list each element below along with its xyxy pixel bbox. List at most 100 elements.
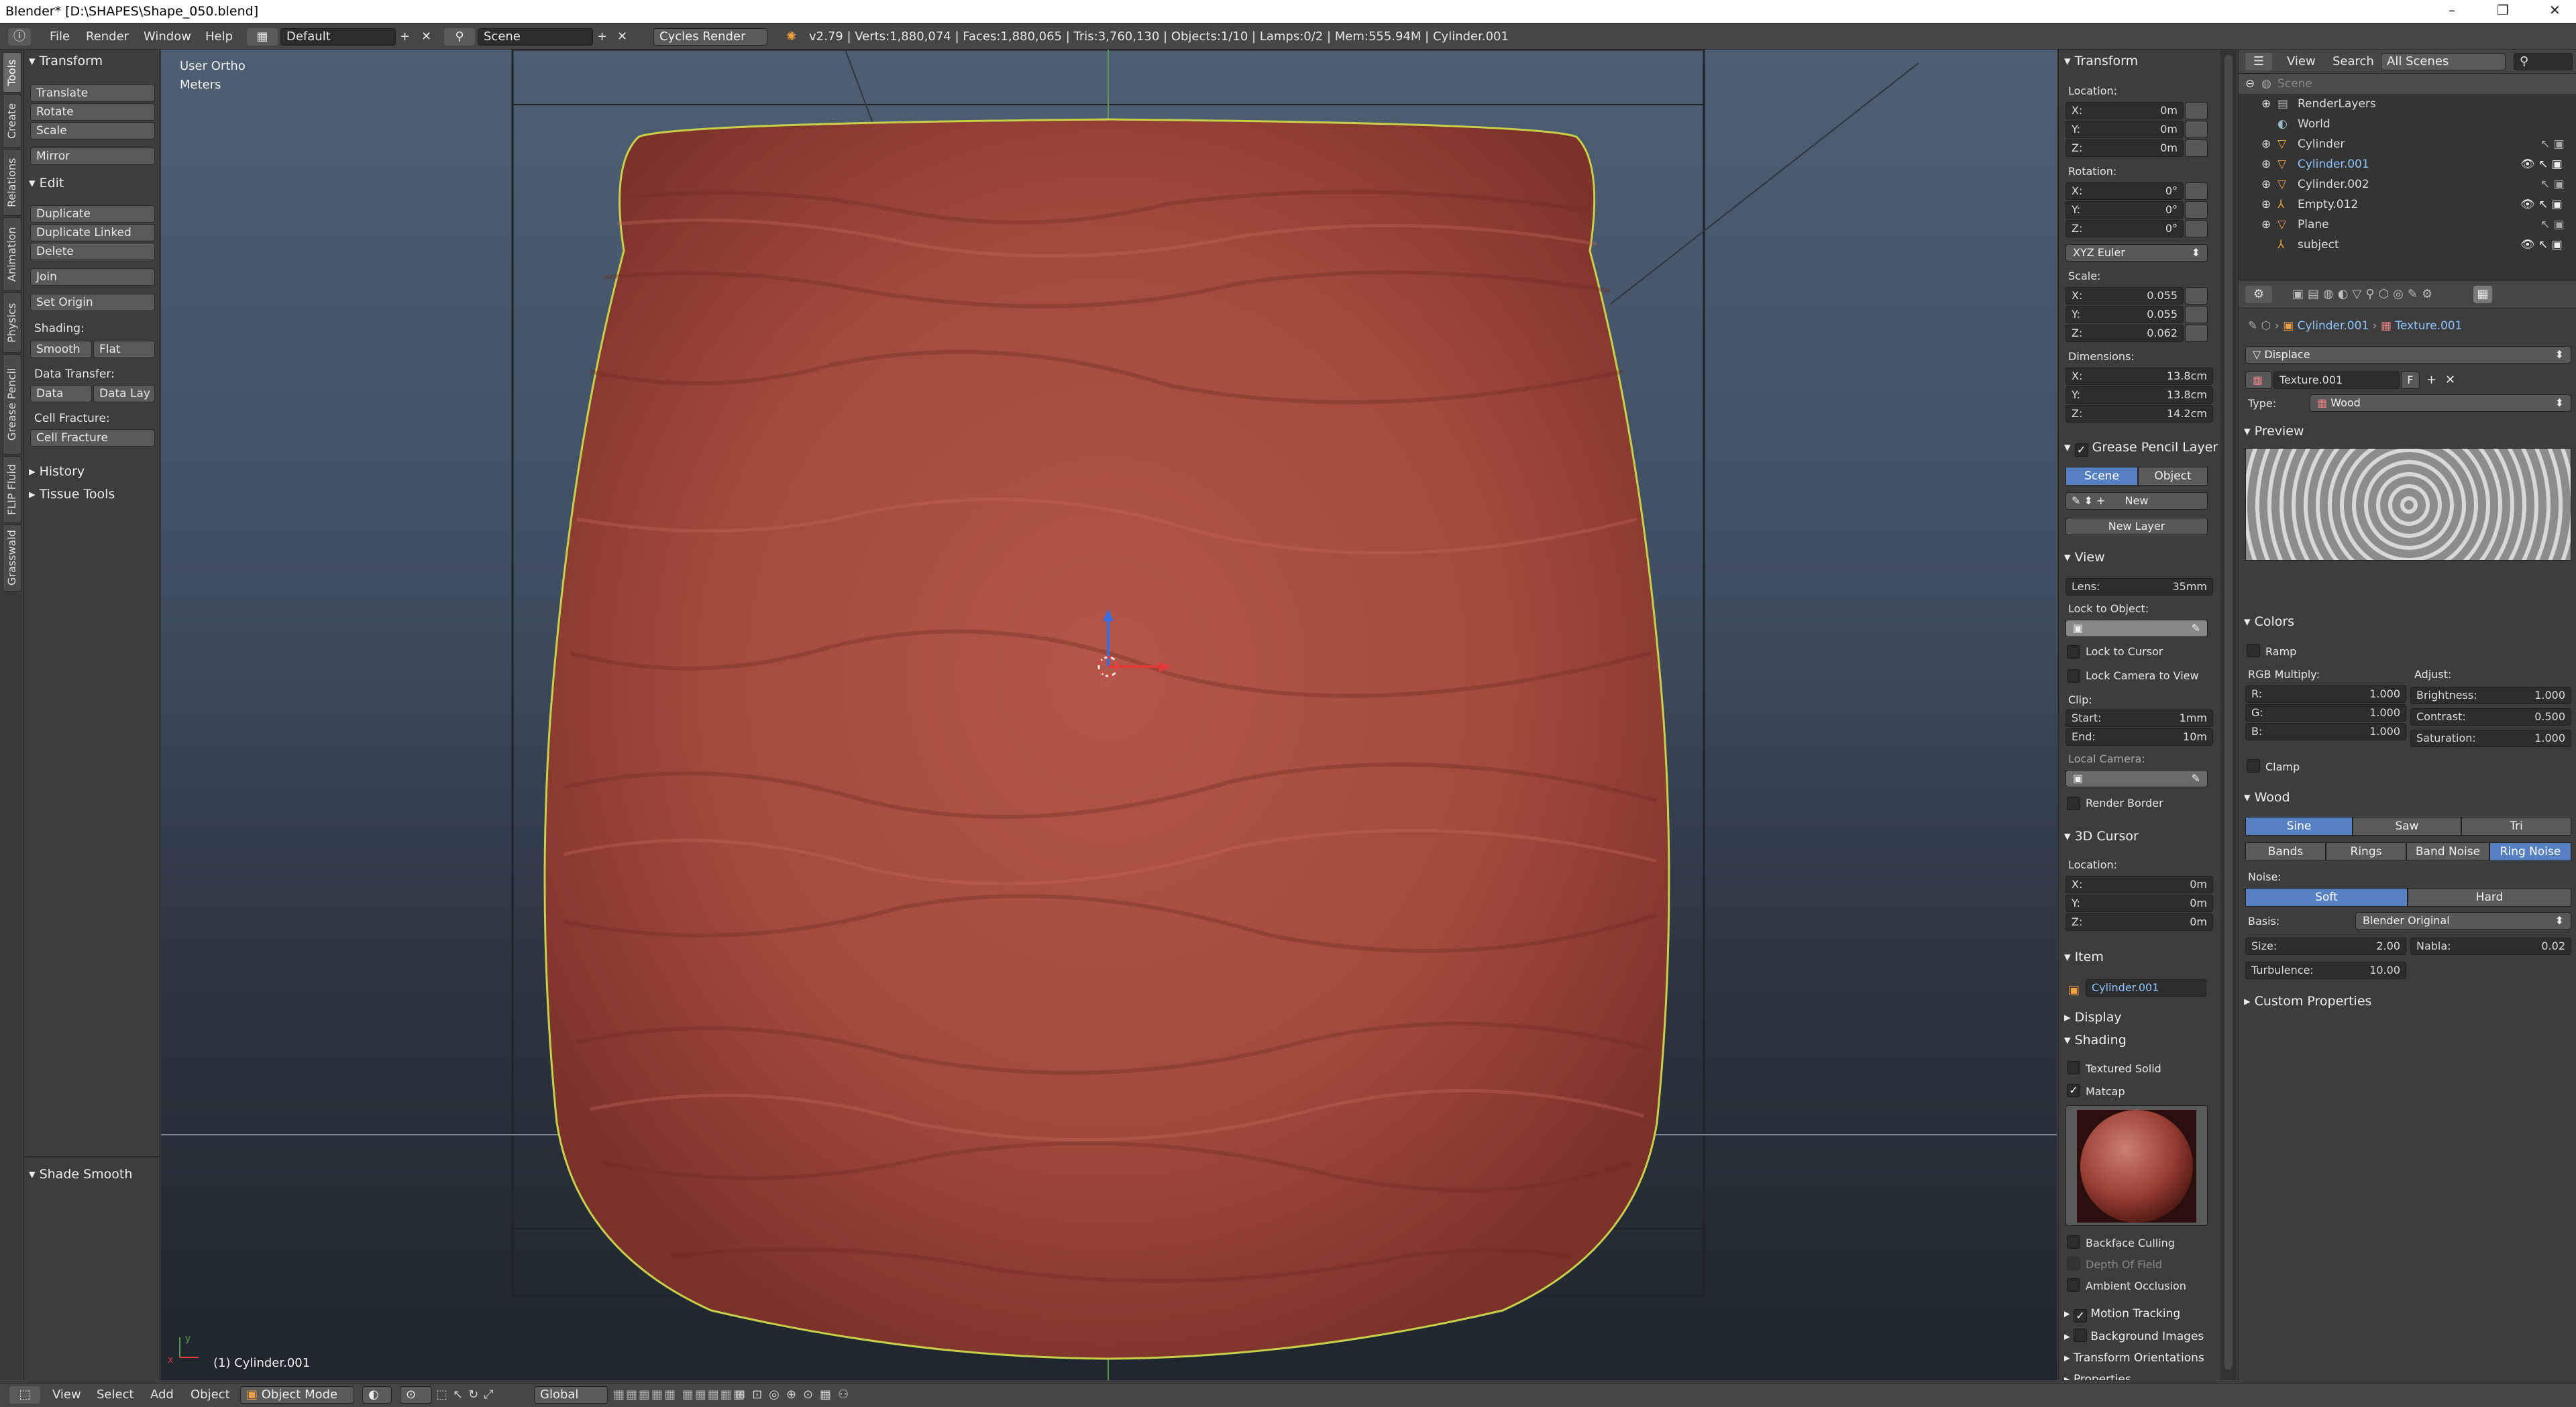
lock-rotation-x-icon[interactable] — [2185, 182, 2208, 200]
lock-scale-y-icon[interactable] — [2185, 306, 2208, 323]
outliner-menu-view[interactable]: View — [2287, 53, 2316, 70]
join-button[interactable]: Join — [30, 268, 155, 286]
wood-band-noise-button[interactable]: Band Noise — [2406, 842, 2489, 861]
scene-icon[interactable]: ⚲ — [444, 28, 475, 46]
saturation-field[interactable]: Saturation: 1.000 — [2410, 730, 2571, 747]
context-tab-icons[interactable]: ▣▤◍◐▽⚲⬡◎✎⚙ — [2292, 286, 2436, 303]
texture-type-dropdown[interactable]: ▦ Wood ⬍ — [2310, 394, 2571, 412]
minimize-button[interactable]: – — [2449, 2, 2455, 18]
visibility-icon[interactable]: ↖ ▣ — [2540, 215, 2565, 235]
depth-of-field-checkbox[interactable] — [2067, 1257, 2080, 1270]
outliner-filter-dropdown[interactable]: All Scenes — [2381, 53, 2506, 70]
lock-location-y-icon[interactable] — [2185, 121, 2208, 138]
noise-hard-button[interactable]: Hard — [2408, 888, 2571, 907]
outliner-item-cylinder[interactable]: ⊕ ▽ Cylinder ↖ ▣ — [2239, 134, 2576, 154]
turbulence-field[interactable]: Turbulence: 10.00 — [2245, 962, 2406, 979]
clamp-checkbox[interactable] — [2247, 759, 2260, 773]
expand-icon[interactable]: ⊖ — [2245, 74, 2255, 94]
data-layout-button[interactable]: Data Lay — [93, 385, 155, 402]
tab-flip-fluid[interactable]: FLIP Fluid — [3, 456, 21, 523]
lock-to-object-field[interactable]: ▣ ✎ — [2065, 620, 2208, 637]
ramp-checkbox[interactable] — [2247, 644, 2260, 657]
menu-file[interactable]: File — [50, 28, 70, 46]
new-layer-button[interactable]: New Layer — [2065, 518, 2208, 535]
wood-ring-noise-button[interactable]: Ring Noise — [2489, 842, 2571, 861]
viewport-shading-dropdown[interactable]: ◐ — [362, 1386, 392, 1404]
outliner-item-renderlayers[interactable]: ⊕ ▤ RenderLayers — [2239, 94, 2576, 114]
scene-field[interactable]: Scene — [478, 28, 593, 46]
3d-viewport[interactable]: User Ortho Meters y x (1) Cylinder.001 — [161, 50, 2057, 1380]
editor-type-3d-icon[interactable]: ⬚ — [9, 1386, 40, 1404]
expand-icon[interactable]: ⊕ — [2261, 174, 2271, 194]
eye-icon[interactable]: 👁 ↖ ▣ — [2520, 235, 2563, 255]
scale-x-field[interactable]: X: 0.055 — [2065, 287, 2184, 304]
set-origin-dropdown[interactable]: Set Origin — [30, 294, 155, 311]
scale-button[interactable]: Scale — [30, 122, 155, 139]
panel-preview-header[interactable]: ▾ Preview — [2244, 423, 2304, 440]
noise-basis-dropdown[interactable]: Blender Original ⬍ — [2355, 912, 2571, 930]
screen-layout-field[interactable]: Default — [280, 28, 396, 46]
duplicate-button[interactable]: Duplicate — [30, 205, 155, 223]
manipulator-icons[interactable]: ⬚↖↻⤢ — [436, 1386, 499, 1404]
tab-grease-pencil[interactable]: Grease Pencil — [3, 354, 21, 455]
rgb-g-field[interactable]: G: 1.000 — [2245, 704, 2406, 722]
dimension-y-field[interactable]: Y: 13.8cm — [2065, 386, 2213, 404]
panel-shading-header[interactable]: ▾ Shading — [2064, 1031, 2127, 1049]
panel-transform-orientations-header[interactable]: ▸ Transform Orientations — [2064, 1349, 2204, 1367]
rgb-b-field[interactable]: B: 1.000 — [2245, 723, 2406, 740]
menu-help[interactable]: Help — [205, 28, 233, 46]
outliner-item-subject[interactable]: ⅄ subject 👁 ↖ ▣ — [2239, 235, 2576, 255]
expand-icon[interactable]: ⊕ — [2261, 94, 2271, 114]
panel-transform-n-header[interactable]: ▾ Transform — [2064, 52, 2138, 70]
rotate-button[interactable]: Rotate — [30, 103, 155, 121]
scrollbar[interactable] — [2224, 55, 2233, 1369]
panel-tissue-tools-header[interactable]: ▸ Tissue Tools — [29, 486, 115, 503]
tab-animation[interactable]: Animation — [3, 217, 21, 291]
location-x-field[interactable]: X: 0m — [2065, 102, 2184, 119]
outliner-item-cylinder-001[interactable]: ⊕ ▽ Cylinder.001 👁 ↖ ▣ — [2239, 154, 2576, 174]
rotation-y-field[interactable]: Y: 0° — [2065, 201, 2184, 219]
item-name-field[interactable]: Cylinder.001 — [2086, 979, 2206, 997]
panel-motion-tracking-header[interactable]: ▸ ✓ Motion Tracking — [2064, 1305, 2180, 1322]
lock-scale-z-icon[interactable] — [2185, 325, 2208, 342]
nabla-field[interactable]: Nabla: 0.02 — [2410, 938, 2571, 955]
editor-type-icon[interactable]: ⓘ — [8, 28, 31, 46]
wave-saw-button[interactable]: Saw — [2353, 817, 2461, 836]
restore-button[interactable]: ❐ — [2497, 2, 2509, 18]
panel-history-header[interactable]: ▸ History — [29, 463, 85, 480]
texture-context-icon[interactable]: ▦ — [2473, 286, 2492, 303]
snapping-icons[interactable]: ⊞⊡◎⊕⊙▦⚇ — [735, 1386, 855, 1404]
lock-rotation-z-icon[interactable] — [2185, 220, 2208, 237]
panel-custom-properties-header[interactable]: ▸ Custom Properties — [2244, 993, 2371, 1010]
translate-button[interactable]: Translate — [30, 85, 155, 102]
expand-icon[interactable]: ⊕ — [2261, 194, 2271, 215]
noise-soft-button[interactable]: Soft — [2245, 888, 2408, 907]
tab-relations[interactable]: Relations — [3, 149, 21, 216]
local-camera-field[interactable]: ▣ ✎ — [2065, 770, 2208, 787]
panel-display-header[interactable]: ▸ Display — [2064, 1009, 2122, 1026]
duplicate-linked-button[interactable]: Duplicate Linked — [30, 224, 155, 241]
tab-grasswald[interactable]: Grasswald — [3, 524, 21, 592]
outliner-item-plane[interactable]: ⊕ ▽ Plane ↖ ▣ — [2239, 215, 2576, 235]
shade-smooth-button[interactable]: Smooth — [30, 341, 92, 358]
close-window-button[interactable]: ✕ — [2549, 2, 2561, 18]
lock-scale-x-icon[interactable] — [2185, 287, 2208, 304]
panel-wood-header[interactable]: ▾ Wood — [2244, 789, 2290, 806]
texture-name-field[interactable]: Texture.001 — [2273, 372, 2400, 389]
cursor-y-field[interactable]: Y: 0m — [2065, 895, 2213, 912]
delete-button[interactable]: Delete — [30, 243, 155, 260]
visibility-icon[interactable]: ↖ ▣ — [2540, 174, 2565, 194]
remove-layout-button[interactable]: ✕ — [421, 28, 431, 46]
fake-user-button[interactable]: F — [2401, 372, 2420, 389]
noise-size-field[interactable]: Size: 2.00 — [2245, 938, 2406, 955]
properties-editor-icon[interactable]: ⚙ — [2245, 286, 2272, 303]
texture-browse-icon[interactable]: ▦ — [2245, 372, 2272, 389]
unlink-texture-button[interactable]: ✕ — [2445, 372, 2455, 389]
outliner-item-empty-012[interactable]: ⊕ ⅄ Empty.012 👁 ↖ ▣ — [2239, 194, 2576, 215]
clip-start-field[interactable]: Start: 1mm — [2065, 710, 2213, 727]
panel-transform-header[interactable]: ▾ Transform — [29, 52, 103, 70]
contrast-field[interactable]: Contrast: 0.500 — [2410, 708, 2571, 726]
lock-rotation-y-icon[interactable] — [2185, 201, 2208, 219]
lens-field[interactable]: Lens: 35mm — [2065, 578, 2213, 596]
menu-window[interactable]: Window — [144, 28, 191, 46]
